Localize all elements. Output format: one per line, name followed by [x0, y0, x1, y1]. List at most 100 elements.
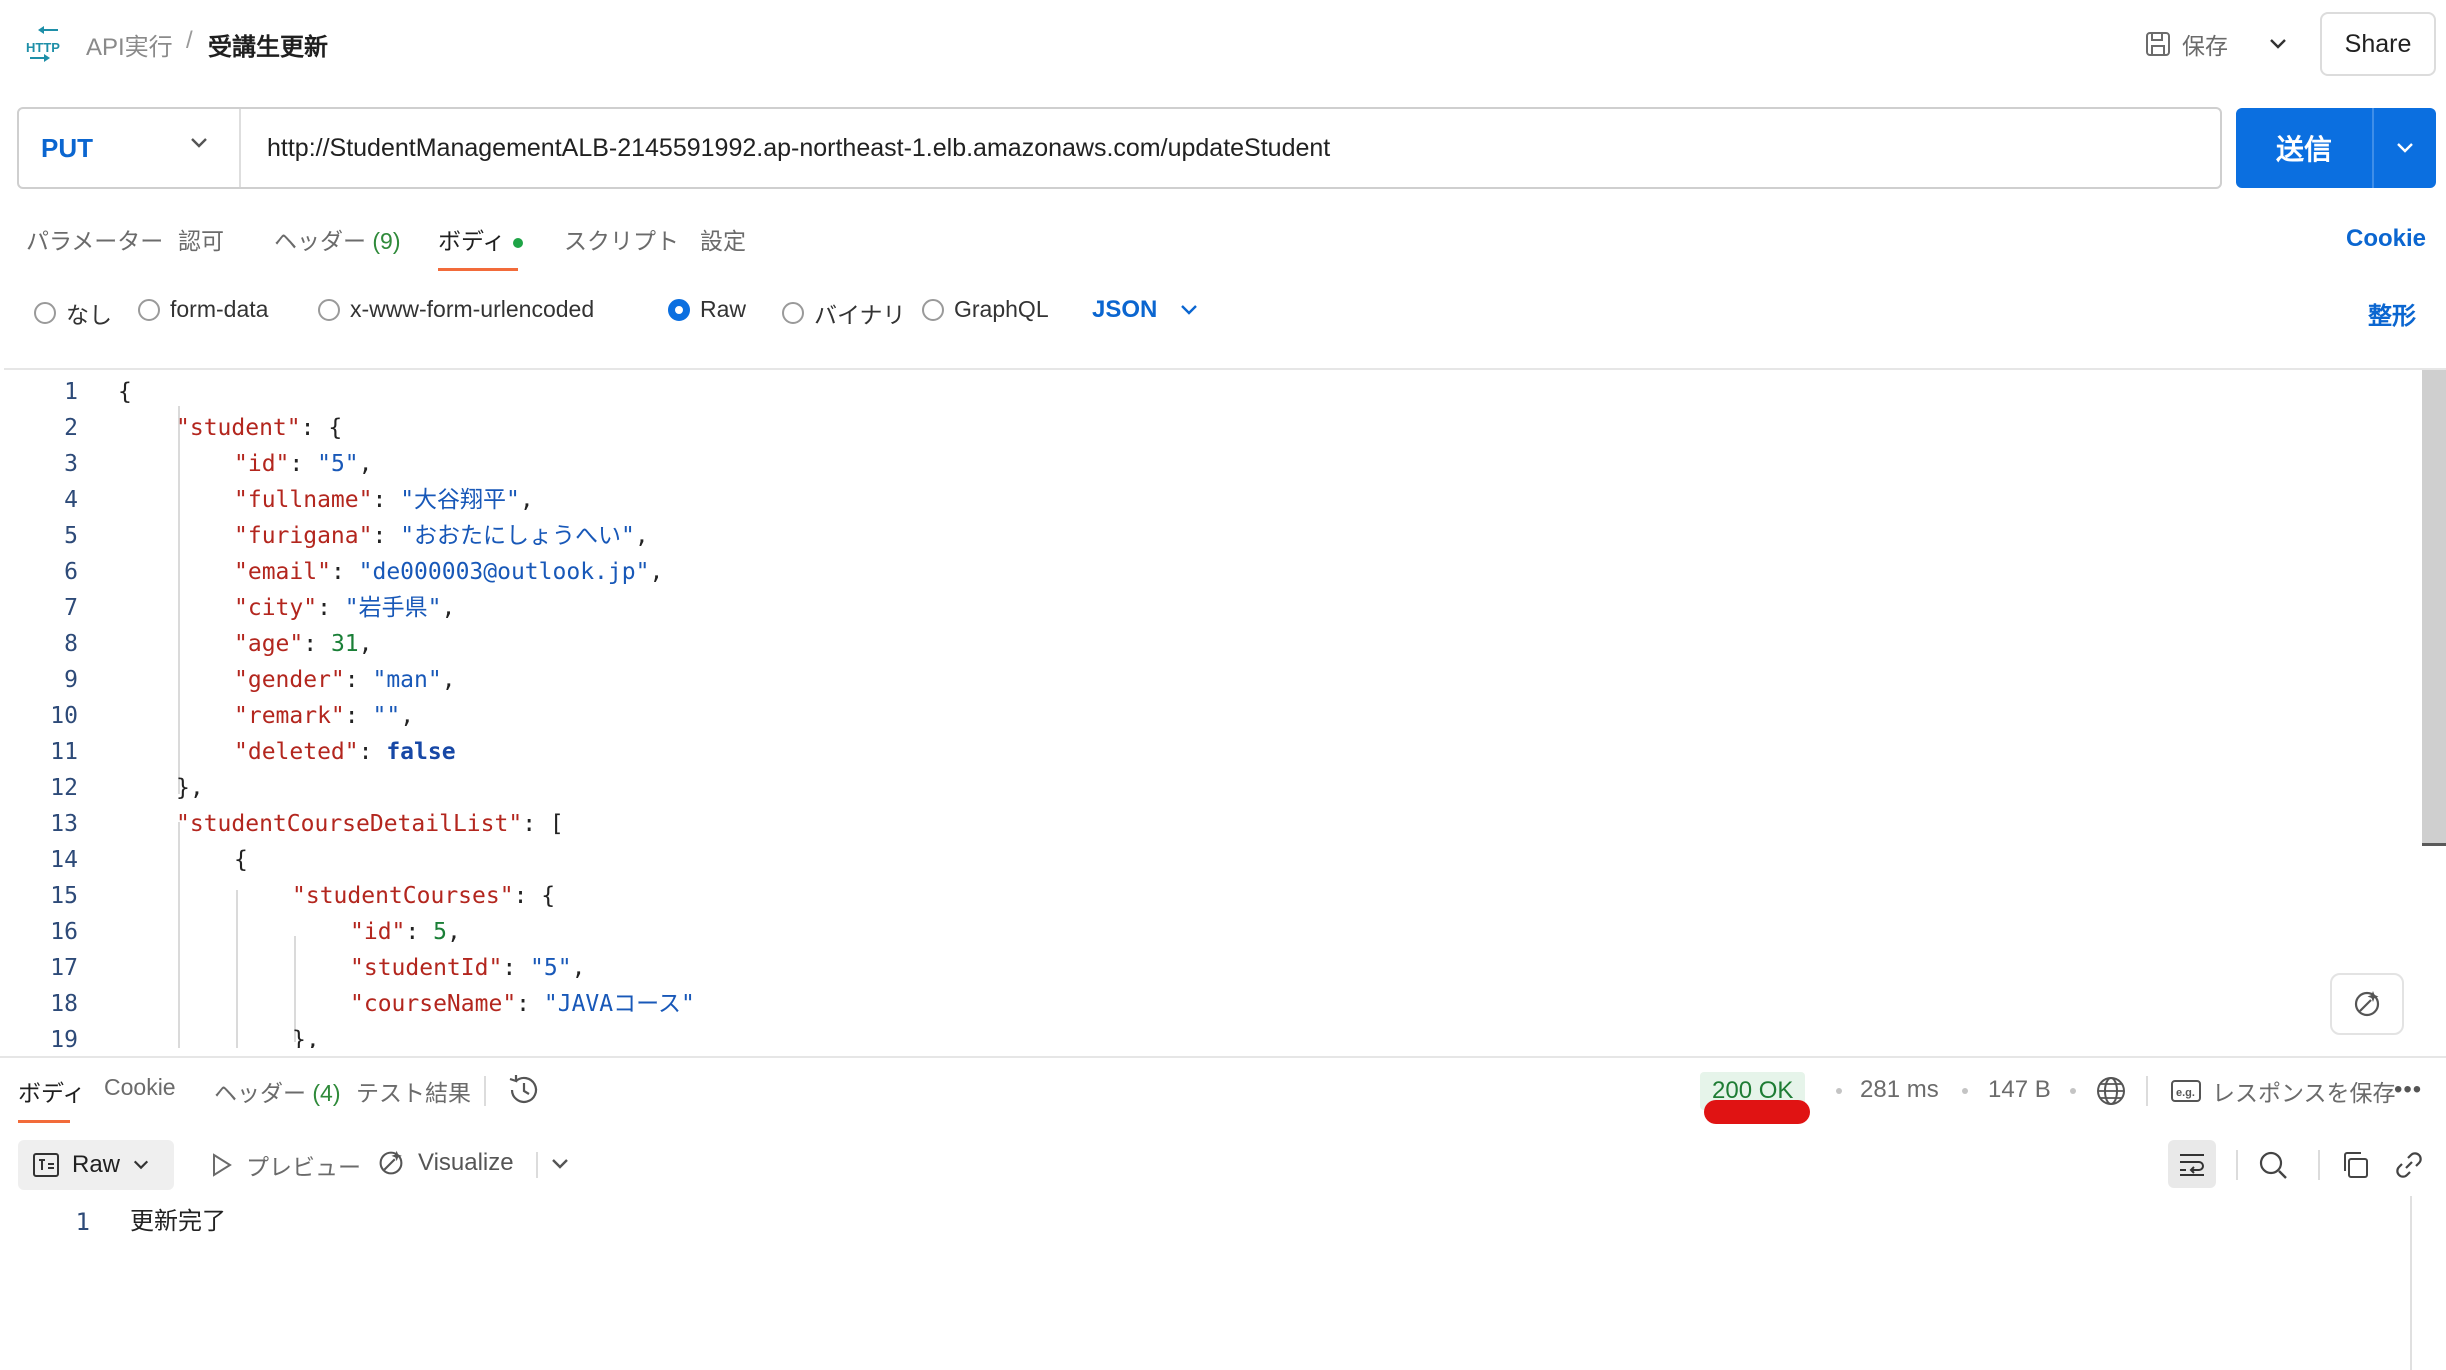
resp-tab-headers-label: ヘッダー	[214, 1080, 306, 1106]
search-icon[interactable]	[2256, 1148, 2290, 1182]
resp-tab-body[interactable]: ボディ	[18, 1074, 85, 1108]
radio-button[interactable]	[922, 298, 944, 321]
code-token: :	[358, 739, 387, 765]
code-token: "id"	[234, 451, 290, 477]
tab-settings[interactable]: 設定	[700, 222, 746, 256]
code-token: ,	[358, 631, 373, 657]
code-token: ,	[446, 919, 461, 945]
code-text: "courseName": "JAVAコース"	[350, 986, 695, 1022]
copy-icon[interactable]	[2338, 1148, 2372, 1182]
request-title[interactable]: 受講生更新	[208, 27, 328, 62]
code-token: : {	[300, 415, 343, 441]
code-text: {	[118, 374, 132, 410]
cookie-link[interactable]: Cookie	[2346, 225, 2426, 253]
resp-tab-cookie[interactable]: Cookie	[104, 1074, 176, 1101]
line-number: 6	[64, 559, 78, 585]
send-options-button[interactable]	[2372, 108, 2436, 188]
save-response-button[interactable]: e.g. レスポンスを保存	[2170, 1074, 2396, 1108]
code-text: "fullname": "大谷翔平",	[234, 482, 534, 518]
save-button[interactable]: 保存	[2144, 24, 2228, 64]
body-type-form-data[interactable]: form-data	[138, 296, 268, 323]
response-time[interactable]: 281 ms	[1860, 1076, 1939, 1104]
preview-button[interactable]: プレビュー	[210, 1148, 361, 1182]
method-label: PUT	[41, 132, 93, 163]
code-token: 5	[433, 919, 447, 945]
line-number: 11	[50, 739, 78, 765]
share-button[interactable]: Share	[2320, 12, 2436, 76]
code-token: "おおたにしょうへい"	[400, 523, 635, 549]
resp-tab-test-results[interactable]: テスト結果	[356, 1074, 471, 1108]
radio-button[interactable]	[318, 298, 340, 321]
code-text: "furigana": "おおたにしょうへい",	[234, 518, 649, 554]
url-input[interactable]	[241, 109, 2220, 187]
code-token: ,	[649, 559, 664, 585]
code-token: "student"	[176, 415, 301, 441]
tab-params[interactable]: パラメーター	[26, 222, 163, 256]
code-text: "id": "5",	[234, 446, 373, 482]
breadcrumb-parent[interactable]: API実行	[86, 27, 173, 62]
code-token: "大谷翔平"	[400, 487, 520, 513]
code-token: "fullname"	[234, 487, 373, 513]
code-token: :	[344, 667, 373, 693]
code-token: "studentCourses"	[292, 883, 514, 909]
body-type-urlencoded[interactable]: x-www-form-urlencoded	[318, 296, 594, 323]
response-body-text[interactable]: 更新完了	[130, 1204, 226, 1240]
tab-auth[interactable]: 認可	[178, 222, 224, 256]
radio-button[interactable]	[782, 302, 804, 324]
tab-headers[interactable]: ヘッダー (9)	[274, 222, 401, 256]
radio-button[interactable]	[668, 298, 690, 321]
code-text: "studentCourseDetailList": [	[176, 806, 564, 842]
link-icon[interactable]	[2392, 1148, 2426, 1182]
globe-icon[interactable]	[2094, 1074, 2128, 1108]
body-type-raw[interactable]: Raw	[668, 296, 746, 323]
radio-label: x-www-form-urlencoded	[350, 296, 595, 322]
body-type-graphql[interactable]: GraphQL	[922, 296, 1049, 323]
sparkle-wand-icon	[379, 1150, 403, 1175]
code-token: ,	[441, 595, 456, 621]
save-response-label: レスポンスを保存	[2212, 1080, 2396, 1106]
send-label[interactable]: 送信	[2236, 108, 2372, 188]
chevron-down-icon[interactable]	[550, 1158, 570, 1170]
resp-active-tab-indicator	[18, 1120, 70, 1123]
code-text: "id": 5,	[350, 914, 461, 950]
body-type-binary[interactable]: バイナリ	[782, 296, 906, 330]
code-token: ,	[358, 451, 373, 477]
line-number: 1	[64, 379, 78, 405]
tab-body[interactable]: ボディ	[438, 222, 524, 256]
send-button[interactable]: 送信	[2236, 108, 2436, 188]
editor-scrollbar[interactable]	[2422, 370, 2446, 846]
body-format-select[interactable]: JSON	[1092, 296, 1199, 324]
response-view-select[interactable]: Raw	[18, 1140, 174, 1190]
code-text: "studentCourses": {	[292, 878, 555, 914]
resp-tab-headers[interactable]: ヘッダー (4)	[214, 1074, 341, 1108]
ai-assist-button[interactable]	[2330, 973, 2404, 1035]
body-type-none[interactable]: なし	[34, 296, 112, 330]
code-token: "furigana"	[234, 523, 373, 549]
radio-button[interactable]	[34, 302, 56, 324]
radio-button[interactable]	[138, 298, 160, 321]
divider	[2318, 1150, 2320, 1180]
beautify-button[interactable]: 整形	[2368, 296, 2416, 331]
response-size[interactable]: 147 B	[1988, 1076, 2051, 1104]
history-icon[interactable]	[506, 1072, 542, 1108]
code-text: "gender": "man",	[234, 662, 456, 698]
line-number: 18	[50, 991, 78, 1017]
wrap-lines-button[interactable]	[2168, 1140, 2216, 1188]
request-header: HTTP API実行 / 受講生更新 保存 Share	[0, 0, 2446, 88]
line-number: 9	[64, 667, 78, 693]
tab-scripts[interactable]: スクリプト	[564, 222, 679, 256]
chevron-down-icon	[133, 1160, 149, 1170]
save-icon	[2146, 32, 2170, 56]
http-icon: HTTP	[26, 26, 60, 62]
more-options-icon[interactable]: •••	[2394, 1076, 2422, 1104]
visualize-button[interactable]: Visualize	[374, 1146, 514, 1180]
wrap-lines-icon	[2180, 1154, 2204, 1176]
code-token: "city"	[234, 595, 318, 621]
save-options-button[interactable]	[2262, 24, 2294, 64]
request-body-editor[interactable]: 1{2 "student": {3 "id": "5", 4 "fullname": "…	[4, 368, 2446, 1048]
method-select[interactable]: PUT	[19, 109, 241, 187]
divider	[484, 1076, 486, 1106]
active-tab-indicator	[438, 268, 518, 271]
chevron-down-icon	[2270, 39, 2286, 49]
code-text: "student": {	[176, 410, 342, 446]
